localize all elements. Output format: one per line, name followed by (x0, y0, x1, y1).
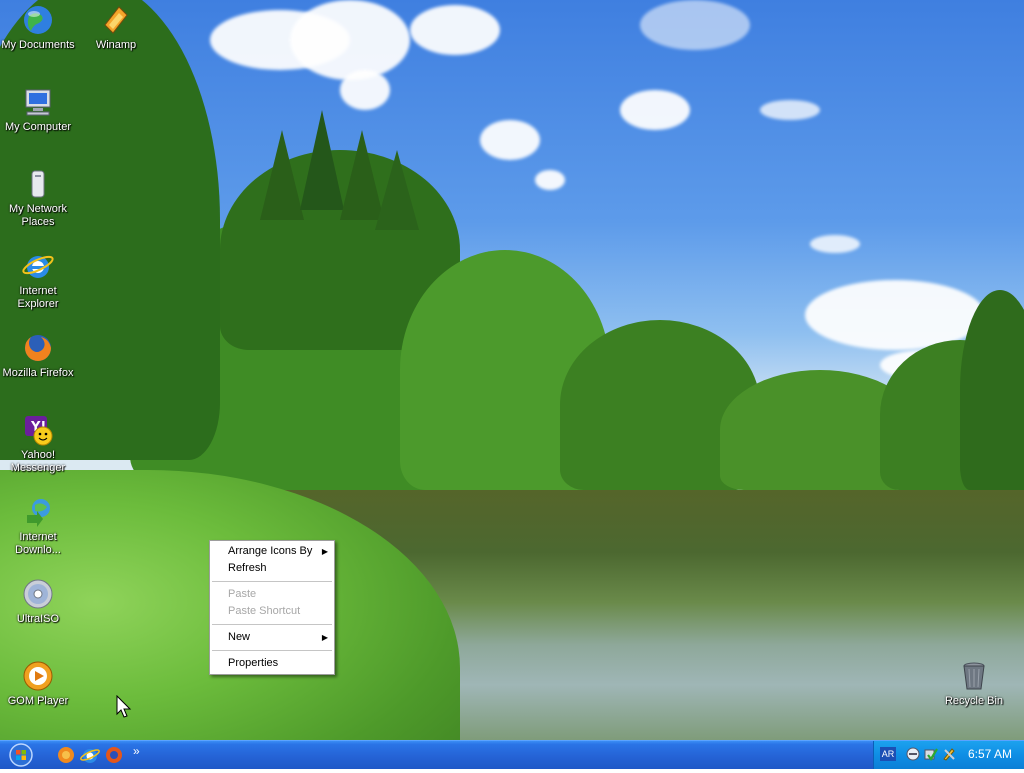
mouse-pointer-icon (116, 695, 132, 718)
desktop-icon-my-documents[interactable]: My Documents (0, 3, 76, 52)
recycle-bin-icon (963, 662, 985, 690)
network-icon[interactable] (906, 747, 920, 761)
my-documents-icon (24, 6, 52, 34)
desktop-icon-internet-explorer[interactable]: Internet Explorer (0, 249, 76, 311)
menu-item-new[interactable]: New ▶ (210, 629, 334, 646)
menu-separator (212, 624, 332, 625)
desktop-icon-ultraiso[interactable]: UltraISO (0, 577, 76, 626)
tools-icon[interactable] (942, 747, 956, 761)
desktop-context-menu: Arrange Icons By ▶ Refresh Paste Paste S… (209, 540, 335, 675)
system-tray: AR 6:57 AM (873, 741, 1024, 769)
menu-item-properties[interactable]: Properties (210, 655, 334, 672)
disc-icon (23, 579, 53, 609)
security-check-icon[interactable] (924, 747, 938, 761)
desktop-icon-recycle-bin[interactable]: Recycle Bin (936, 659, 1012, 708)
menu-item-paste: Paste (228, 588, 257, 600)
media-player-icon[interactable] (104, 745, 124, 765)
menu-item-paste-shortcut: Paste Shortcut (228, 605, 301, 617)
menu-item-refresh[interactable]: Refresh (210, 560, 334, 577)
menu-item-arrange-icons-by[interactable]: Arrange Icons By ▶ (210, 543, 334, 560)
start-button[interactable] (6, 742, 36, 768)
gom-player-icon (23, 661, 53, 691)
clock[interactable]: 6:57 AM (968, 747, 1012, 761)
submenu-arrow-icon: ▶ (321, 547, 328, 556)
internet-explorer-icon (22, 255, 54, 278)
desktop-icon-winamp[interactable]: Winamp (78, 3, 154, 52)
network-places-icon (31, 170, 45, 198)
download-manager-icon (27, 499, 50, 527)
desktop-icon-yahoo-messenger[interactable]: Y! Yahoo! Messenger (0, 413, 76, 475)
desktop-icon-gom-player[interactable]: GOM Player (0, 659, 76, 708)
internet-explorer-icon[interactable] (80, 745, 100, 765)
desktop-icon-my-computer[interactable]: My Computer (0, 85, 76, 134)
yahoo-messenger-icon: Y! (25, 416, 53, 446)
windows-flag-icon (9, 743, 33, 767)
menu-separator (212, 581, 332, 582)
taskbar: » AR 6:57 AM (0, 740, 1024, 769)
language-indicator[interactable]: AR (880, 747, 896, 761)
desktop-icon-mozilla-firefox[interactable]: Mozilla Firefox (0, 331, 76, 380)
firefox-icon[interactable] (56, 745, 76, 765)
my-computer-icon (25, 89, 51, 116)
desktop-icon-internet-download-manager[interactable]: Internet Downlo... (0, 495, 76, 557)
desktop[interactable]: My Documents Winamp My Computer My Netwo… (0, 0, 1024, 740)
menu-separator (212, 650, 332, 651)
quicklaunch-expand-button[interactable]: » (133, 744, 140, 758)
winamp-icon (104, 6, 128, 34)
firefox-icon (25, 335, 51, 361)
submenu-arrow-icon: ▶ (321, 633, 328, 642)
desktop-icon-my-network-places[interactable]: My Network Places (0, 167, 76, 229)
